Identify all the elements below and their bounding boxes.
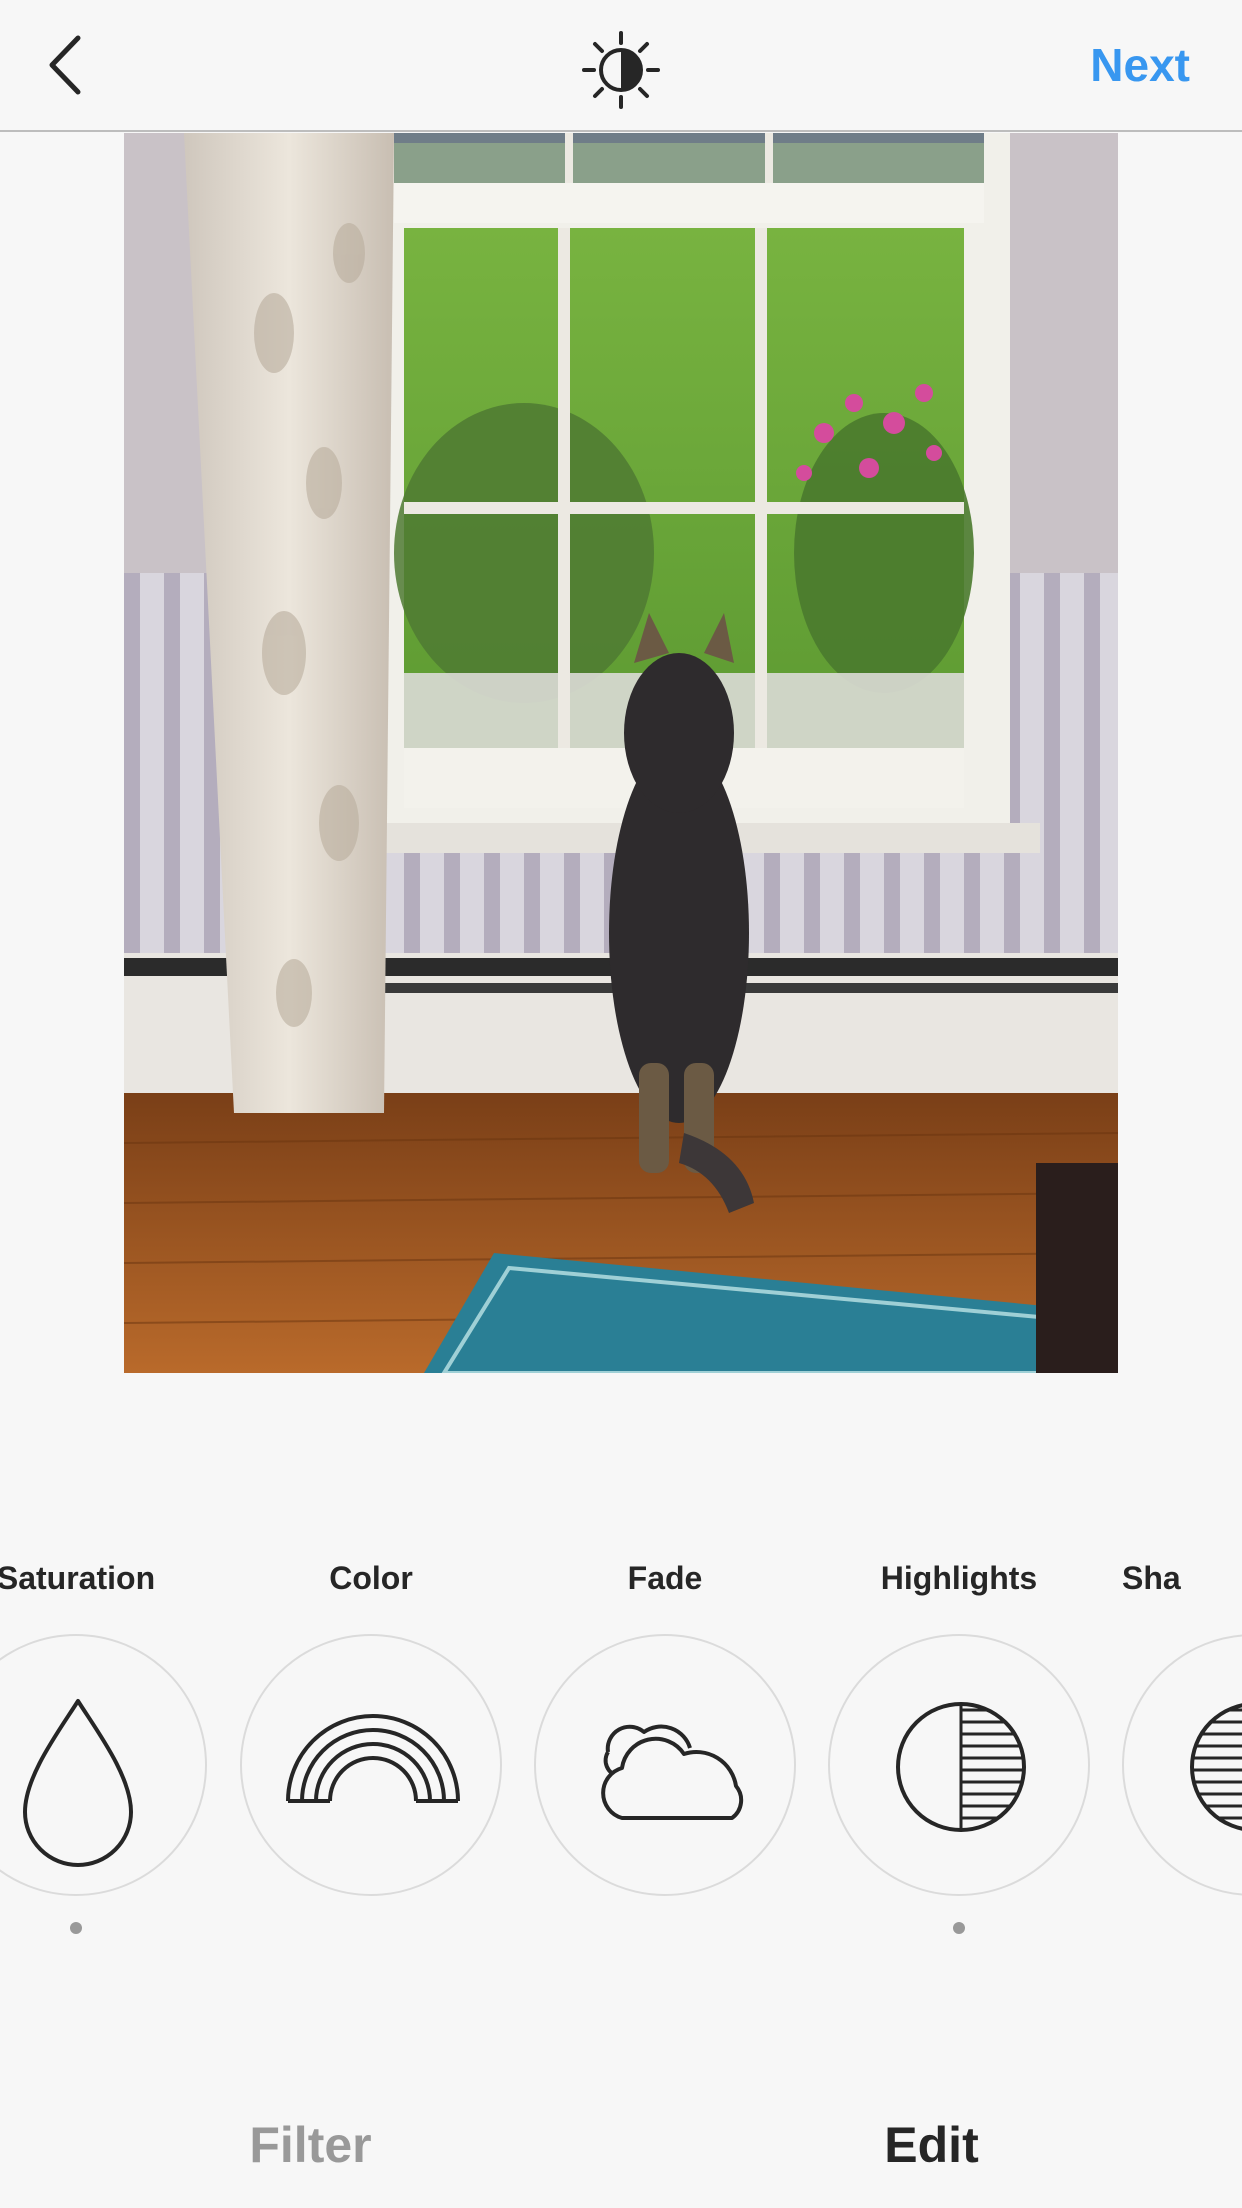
lux-sun-icon <box>582 31 660 109</box>
tool-saturation[interactable]: Saturation <box>0 1540 207 1960</box>
tab-filter[interactable]: Filter <box>0 2116 621 2174</box>
chevron-left-icon <box>49 35 81 95</box>
next-button[interactable]: Next <box>1090 38 1190 92</box>
top-bar: Next <box>0 0 1242 132</box>
adjusted-indicator <box>70 1922 82 1934</box>
tool-button[interactable] <box>240 1634 502 1896</box>
tool-shadows[interactable]: Sha <box>1122 1540 1242 1960</box>
tab-edit[interactable]: Edit <box>621 2116 1242 2174</box>
tool-button[interactable] <box>828 1634 1090 1896</box>
back-button[interactable] <box>40 30 100 100</box>
tool-button[interactable] <box>1122 1634 1242 1896</box>
cloud-icon <box>601 1724 744 1820</box>
tool-fade[interactable]: Fade <box>534 1540 796 1960</box>
photo-preview <box>124 133 1118 1373</box>
edit-tools-strip[interactable]: Saturation Color Fade Highlights Sha <box>0 1540 1242 1960</box>
tool-label: Highlights <box>880 1560 1038 1596</box>
highlights-icon <box>896 1702 1026 1832</box>
tool-button[interactable] <box>534 1634 796 1896</box>
rainbow-icon <box>286 1714 460 1803</box>
tool-color[interactable]: Color <box>240 1540 502 1960</box>
tool-label: Fade <box>627 1560 703 1596</box>
adjusted-indicator <box>953 1922 965 1934</box>
tool-label: Sha <box>1122 1560 1181 1596</box>
lux-button[interactable] <box>581 30 661 110</box>
tool-highlights[interactable]: Highlights <box>828 1540 1090 1960</box>
tool-button[interactable] <box>0 1634 207 1896</box>
shadows-icon <box>1190 1703 1242 1831</box>
droplet-icon <box>23 1699 133 1867</box>
tool-label: Color <box>329 1560 413 1596</box>
bottom-tabs: Filter Edit <box>0 2080 1242 2208</box>
dog-at-window-photo <box>124 133 1118 1373</box>
